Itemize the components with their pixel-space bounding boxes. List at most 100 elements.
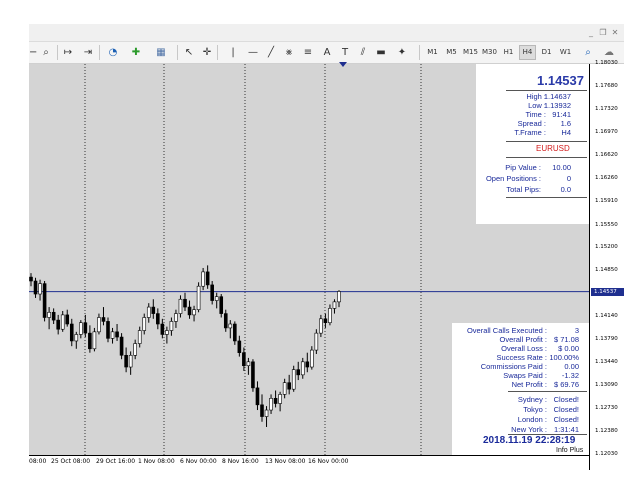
candle-body bbox=[278, 394, 282, 404]
candle-body bbox=[51, 311, 56, 321]
time-axis-label: 16 Nov 00:00 bbox=[308, 458, 349, 465]
restore-button[interactable]: ❐ bbox=[598, 28, 608, 38]
chart-shift-icon[interactable]: ↦ bbox=[61, 45, 75, 60]
vertical-line-icon[interactable]: | bbox=[227, 45, 239, 60]
templates-icon[interactable]: ▦ bbox=[151, 45, 171, 60]
stat-value: 1.14637 bbox=[543, 92, 571, 101]
search-icon[interactable]: ⌕ bbox=[582, 45, 594, 60]
text-icon[interactable]: A bbox=[321, 45, 333, 60]
fibonacci-icon[interactable]: ≡ bbox=[302, 45, 314, 60]
candle bbox=[124, 347, 128, 373]
price-axis-label: 1.13090 bbox=[595, 381, 618, 388]
session-label: Sydney : bbox=[517, 395, 547, 404]
autoscroll-icon[interactable]: ⇥ bbox=[81, 45, 95, 60]
summary-panel: Overall Calls Executed : 3 Overall Profi… bbox=[452, 323, 589, 455]
minimize-button[interactable]: _ bbox=[586, 28, 596, 38]
candle-body bbox=[260, 404, 264, 417]
summary-value: 0.00 bbox=[564, 362, 579, 371]
timeframe-h4-button[interactable]: H4 bbox=[519, 45, 536, 60]
candle-body bbox=[169, 321, 174, 331]
candle bbox=[260, 394, 264, 422]
close-button[interactable]: ✕ bbox=[610, 28, 620, 38]
candle-body bbox=[183, 298, 187, 308]
candle bbox=[187, 300, 192, 319]
gann-icon[interactable]: ⫽ bbox=[357, 45, 369, 60]
candle bbox=[128, 351, 133, 375]
candle-body bbox=[165, 330, 169, 335]
summary-value: $ 0.00 bbox=[558, 344, 579, 353]
divider bbox=[506, 197, 587, 198]
horizontal-line-icon[interactable]: — bbox=[247, 45, 259, 60]
price-axis-label: 1.17680 bbox=[595, 82, 618, 89]
candle bbox=[38, 279, 42, 301]
candle-body bbox=[142, 317, 147, 331]
account-value: 0 bbox=[566, 174, 571, 183]
candle-body bbox=[319, 318, 323, 334]
add-indicator-icon[interactable]: ✚ bbox=[126, 45, 146, 60]
zoom-icon[interactable]: ⌕ bbox=[39, 45, 53, 60]
candle bbox=[47, 307, 51, 330]
candle-body bbox=[214, 296, 219, 301]
candle bbox=[74, 331, 79, 349]
chat-icon[interactable]: ☁ bbox=[601, 45, 617, 60]
price-axis-label: 1.16620 bbox=[595, 151, 618, 158]
candle bbox=[137, 326, 142, 348]
clock-icon[interactable]: ◔ bbox=[103, 45, 123, 60]
channel-icon[interactable]: ⨳ bbox=[283, 45, 295, 60]
trendline-icon[interactable]: ╱ bbox=[265, 45, 277, 60]
candle-body bbox=[255, 387, 260, 406]
crosshair-icon[interactable]: ✛ bbox=[201, 45, 213, 60]
stat-label: Time : bbox=[525, 110, 546, 119]
candle bbox=[255, 381, 260, 411]
toolbar-separator bbox=[99, 45, 100, 60]
current-price: 1.14537 bbox=[537, 73, 584, 88]
candle bbox=[88, 325, 92, 353]
stat-value: 1.13932 bbox=[543, 101, 571, 110]
timeframe-h1-button[interactable]: H1 bbox=[500, 45, 517, 60]
price-axis-label: 1.17320 bbox=[595, 106, 618, 113]
divider bbox=[506, 90, 587, 91]
timeframe-m30-button[interactable]: M30 bbox=[481, 45, 498, 60]
zoom-out-icon[interactable]: − bbox=[29, 45, 37, 60]
text-label-icon[interactable]: T bbox=[339, 45, 351, 60]
timeframe-m15-button[interactable]: M15 bbox=[462, 45, 479, 60]
candle-body bbox=[187, 306, 192, 316]
candle bbox=[246, 357, 251, 375]
candle-body bbox=[133, 343, 137, 356]
timeframe-m1-button[interactable]: M1 bbox=[424, 45, 441, 60]
toolbar-separator bbox=[177, 45, 178, 60]
timeframe-d1-button[interactable]: D1 bbox=[538, 45, 555, 60]
candle-body bbox=[137, 330, 142, 344]
candle-body bbox=[106, 321, 110, 339]
timeframe-w1-button[interactable]: W1 bbox=[557, 45, 574, 60]
candle-body bbox=[233, 323, 237, 342]
price-axis-label: 1.15910 bbox=[595, 198, 618, 205]
summary-label: Net Profit : bbox=[511, 380, 547, 389]
candle bbox=[223, 309, 228, 332]
summary-value: $ 71.08 bbox=[553, 335, 579, 344]
account-value: 10.00 bbox=[552, 163, 571, 172]
candle bbox=[101, 307, 106, 326]
candle bbox=[83, 314, 88, 338]
time-axis-label: 25 Oct 08:00 bbox=[51, 458, 91, 465]
divider bbox=[506, 157, 587, 158]
stat-value: H4 bbox=[561, 128, 571, 137]
candle-body bbox=[296, 369, 301, 376]
candle-body bbox=[160, 323, 165, 335]
chart-shift-marker[interactable] bbox=[339, 62, 347, 67]
toolbar-separator bbox=[217, 45, 218, 60]
candle bbox=[42, 281, 47, 322]
candle bbox=[151, 299, 156, 319]
candle-body bbox=[196, 285, 201, 310]
cursor-icon[interactable]: ↖ bbox=[183, 45, 195, 60]
shapes-icon[interactable]: ✦ bbox=[393, 45, 411, 60]
candle-body bbox=[69, 323, 74, 342]
candle-body bbox=[273, 398, 278, 404]
rectangle-icon[interactable]: ▬ bbox=[375, 45, 387, 60]
price-axis: 1.18030 1.17680 1.17320 1.16970 1.16620 1.162… bbox=[589, 60, 624, 470]
summary-value: -1.32 bbox=[561, 371, 579, 380]
candle bbox=[142, 313, 147, 335]
candle bbox=[97, 313, 101, 335]
timeframe-m5-button[interactable]: M5 bbox=[443, 45, 460, 60]
price-axis-label: 1.15200 bbox=[595, 244, 618, 251]
